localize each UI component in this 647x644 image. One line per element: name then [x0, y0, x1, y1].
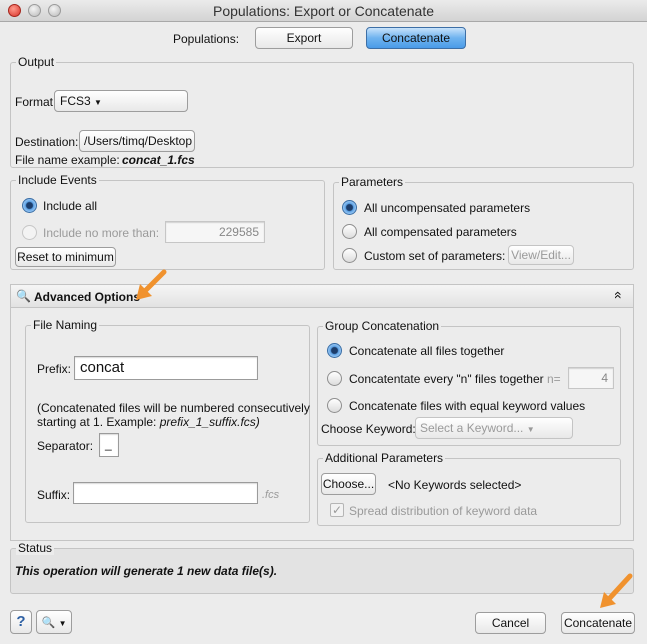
destination-label: Destination: — [15, 135, 79, 149]
no-keywords-label: <No Keywords selected> — [388, 478, 522, 492]
keyword-dropdown-value: Select a Keyword... — [420, 421, 524, 435]
param-compensated-radio[interactable] — [342, 224, 357, 239]
param-compensated-label: All compensated parameters — [364, 225, 517, 239]
keyword-dropdown[interactable]: Select a Keyword... ▼ — [415, 417, 573, 439]
max-events-field[interactable]: 229585 — [165, 221, 265, 243]
concatenate-button[interactable]: Concatenate — [561, 612, 635, 634]
dropdown-caret-icon: ▼ — [94, 98, 102, 107]
magnifier-icon: 🔍 — [41, 617, 56, 629]
spread-distribution-label: Spread distribution of keyword data — [349, 504, 538, 518]
n-label: n= — [547, 372, 561, 386]
format-dropdown[interactable]: FCS3 ▼ — [54, 90, 188, 112]
concat-all-label: Concatenate all files together — [349, 344, 505, 358]
concat-keyword-label: Concatenate files with equal keyword val… — [349, 399, 586, 413]
separator-input[interactable]: _ — [99, 433, 119, 457]
choose-keywords-button[interactable]: Choose... — [321, 473, 376, 495]
keyword-caret-icon: ▼ — [526, 425, 535, 434]
export-mode-button[interactable]: Export — [255, 27, 353, 49]
chevron-down-icon: ▼ — [58, 619, 67, 628]
separator-label: Separator: — [37, 439, 94, 453]
help-button[interactable]: ? — [10, 610, 32, 634]
format-label: Format: — [15, 95, 57, 109]
magnifier-icon: 🔍 — [16, 289, 31, 303]
spread-distribution-checkbox[interactable]: ✓ — [330, 503, 344, 517]
status-title: Status — [16, 541, 55, 555]
status-message: This operation will generate 1 new data … — [15, 564, 278, 578]
filename-example-label: File name example: — [15, 153, 120, 167]
naming-note-line2: starting at 1. Example: prefix_1_suffix.… — [37, 415, 260, 429]
param-custom-radio[interactable] — [342, 248, 357, 263]
reset-to-minimum-button[interactable]: Reset to minimum — [15, 247, 116, 267]
naming-note-line1: (Concatenated files will be numbered con… — [37, 401, 310, 415]
include-no-more-than-radio[interactable] — [22, 225, 37, 240]
concat-all-radio[interactable] — [327, 343, 342, 358]
group-concatenation-title: Group Concatenation — [323, 319, 442, 333]
include-all-label: Include all — [43, 199, 98, 213]
suffix-label: Suffix: — [37, 488, 71, 502]
prefix-label: Prefix: — [37, 362, 72, 376]
prefix-input[interactable]: concat — [74, 356, 258, 380]
suffix-input[interactable] — [73, 482, 258, 504]
concat-every-n-radio[interactable] — [327, 371, 342, 386]
concat-keyword-radio[interactable] — [327, 398, 342, 413]
additional-parameters-title: Additional Parameters — [323, 451, 446, 465]
include-events-title: Include Events — [16, 173, 99, 187]
suffix-extension: .fcs — [262, 489, 280, 501]
advanced-options-title: Advanced Options — [34, 290, 141, 304]
file-naming-title: File Naming — [31, 318, 100, 332]
advanced-options-header[interactable]: 🔍 Advanced Options « — [10, 284, 634, 308]
param-uncompensated-radio[interactable] — [342, 200, 357, 215]
annotation-arrow-icon — [600, 573, 633, 608]
options-dropdown-button[interactable]: 🔍 ▼ — [36, 610, 72, 634]
populations-label: Populations: — [173, 32, 240, 46]
annotation-arrow-icon — [136, 269, 167, 300]
cancel-button[interactable]: Cancel — [475, 612, 546, 634]
collapse-chevron-icon[interactable]: « — [611, 291, 627, 299]
window-title: Populations: Export or Concatenate — [212, 3, 435, 19]
include-no-more-than-label: Include no more than: — [43, 226, 160, 240]
output-group-title: Output — [16, 55, 57, 69]
choose-keyword-label: Choose Keyword: — [321, 422, 416, 436]
filename-example-value: concat_1.fcs — [122, 153, 195, 167]
include-all-radio[interactable] — [22, 198, 37, 213]
n-value-field[interactable]: 4 — [568, 367, 614, 389]
parameters-title: Parameters — [339, 175, 406, 189]
title-bar: Populations: Export or Concatenate — [0, 0, 647, 22]
destination-button[interactable]: /Users/timq/Desktop — [79, 130, 195, 152]
param-custom-label: Custom set of parameters: — [364, 249, 506, 263]
concatenate-mode-button[interactable]: Concatenate — [366, 27, 466, 49]
param-uncompensated-label: All uncompensated parameters — [364, 201, 531, 215]
concat-every-n-label: Concatentate every "n" files together — [349, 372, 544, 386]
format-value: FCS3 — [60, 94, 91, 108]
view-edit-button[interactable]: View/Edit... — [508, 245, 574, 265]
